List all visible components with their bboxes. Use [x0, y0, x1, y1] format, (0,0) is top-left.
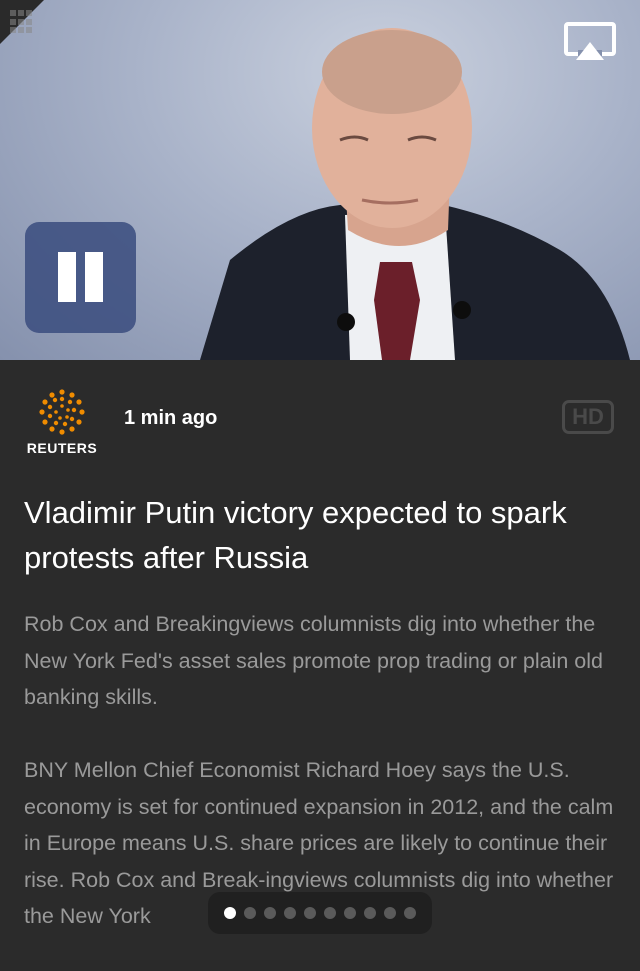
- page-dot[interactable]: [284, 907, 296, 919]
- article-paragraph: Rob Cox and Breakingviews columnists dig…: [24, 612, 603, 709]
- page-dot[interactable]: [364, 907, 376, 919]
- pause-icon: [85, 252, 103, 302]
- grid-icon: [10, 10, 34, 34]
- article-card: REUTERS 1 min ago HD Vladimir Putin vict…: [0, 360, 640, 960]
- page-dot[interactable]: [264, 907, 276, 919]
- hd-badge[interactable]: HD: [562, 400, 614, 434]
- page-indicator[interactable]: [208, 892, 432, 934]
- pause-button[interactable]: [25, 222, 136, 333]
- timestamp: 1 min ago: [124, 407, 218, 429]
- page-dot-active[interactable]: [224, 907, 236, 919]
- page-dot[interactable]: [244, 907, 256, 919]
- reuters-logo: REUTERS: [26, 388, 98, 460]
- page-dot[interactable]: [384, 907, 396, 919]
- video-player[interactable]: [0, 0, 640, 360]
- page-dot[interactable]: [304, 907, 316, 919]
- airplay-icon: [564, 22, 616, 60]
- reuters-wordmark: REUTERS: [26, 440, 98, 456]
- airplay-button[interactable]: [564, 22, 616, 64]
- pause-icon: [58, 252, 76, 302]
- article-headline: Vladimir Putin victory expected to spark…: [24, 495, 567, 575]
- page-dot[interactable]: [344, 907, 356, 919]
- page-dot[interactable]: [324, 907, 336, 919]
- page-dot[interactable]: [404, 907, 416, 919]
- reuters-logo-icon: [39, 389, 85, 435]
